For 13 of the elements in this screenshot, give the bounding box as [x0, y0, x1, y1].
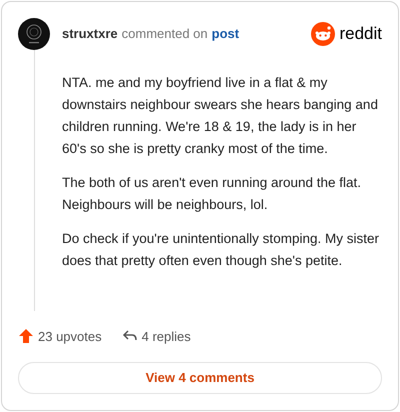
view-comments-button[interactable]: View 4 comments [18, 362, 382, 394]
upvote-count: 23 upvotes [38, 328, 102, 346]
comment-paragraph: The both of us aren't even running around the flat. Neighbours will be neighbours, lol. [62, 174, 362, 214]
upvote-icon[interactable] [18, 328, 34, 344]
comment-paragraph: NTA. me and my boyfriend live in a flat & my downstairs neighbour swears she hears banging and children running. We're 18 & 19, the lady is in her 60's so she is pretty cranky most of the time. [62, 74, 379, 158]
author-name[interactable]: struxtxre [62, 24, 118, 44]
brand-name: reddit [339, 23, 382, 46]
avatar-icon [18, 18, 50, 50]
reddit-logo-icon [311, 22, 336, 46]
post-link[interactable]: post [212, 24, 240, 44]
reply-count: 4 replies [142, 328, 191, 346]
comment-paragraph: Do check if you're unintentionally stomping. My sister does that pretty often even though she's petite. [62, 230, 380, 270]
action-text: commented on [122, 25, 208, 44]
